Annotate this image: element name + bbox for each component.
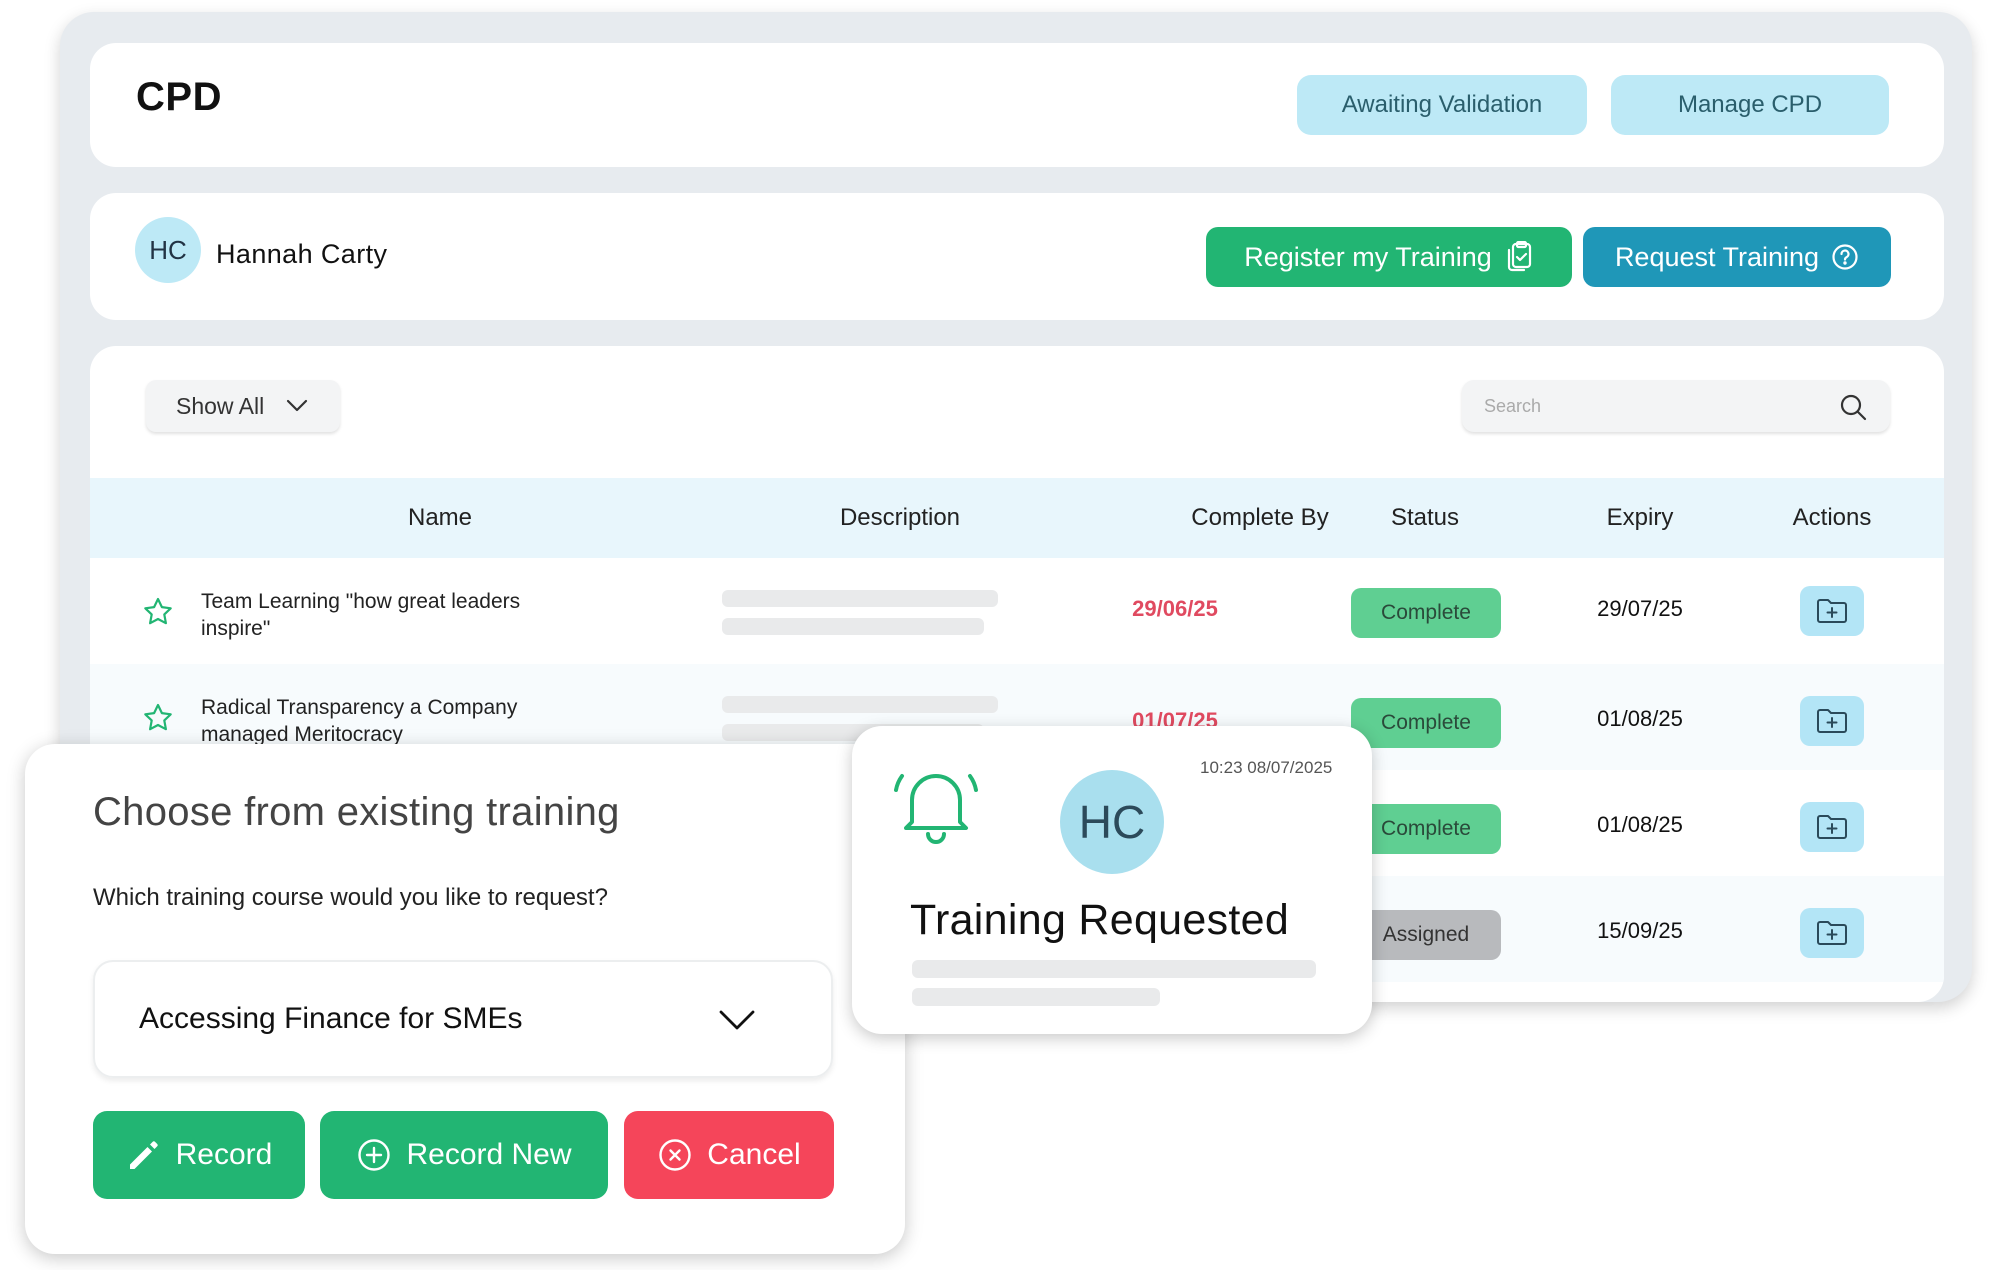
row-expiry: 15/09/25	[1597, 918, 1683, 943]
table-row: Team Learning "how great leaders inspire…	[90, 558, 1944, 664]
chevron-down-icon	[719, 1010, 755, 1030]
bell-icon	[894, 774, 978, 844]
x-circle-icon	[659, 1139, 691, 1171]
manage-cpd-button[interactable]: Manage CPD	[1611, 75, 1889, 135]
modal-question: Which training course would you like to …	[93, 884, 608, 911]
row-expiry: 01/08/25	[1597, 812, 1683, 837]
status-badge: Assigned	[1351, 910, 1501, 960]
row-name: Radical Transparency a Company managed M…	[201, 696, 518, 746]
notification-placeholder	[912, 960, 1316, 978]
column-header-status: Status	[1390, 504, 1460, 531]
avatar: HC	[1060, 770, 1164, 874]
page-title: CPD	[136, 75, 222, 119]
add-to-folder-button[interactable]	[1800, 908, 1864, 958]
search-input[interactable]	[1462, 380, 1832, 432]
row-expiry: 01/08/25	[1597, 706, 1683, 731]
user-card: HC Hannah Carty Register my Training Req…	[90, 193, 1944, 320]
cancel-button[interactable]: Cancel	[624, 1111, 834, 1199]
notification-placeholder	[912, 988, 1160, 1006]
row-complete-by: 29/06/25	[1132, 596, 1218, 621]
header-card: CPD Awaiting Validation Manage CPD	[90, 43, 1944, 167]
record-button[interactable]: Record	[93, 1111, 305, 1199]
column-header-description: Description	[839, 504, 961, 531]
choose-training-modal: Choose from existing training Which trai…	[25, 744, 905, 1254]
chevron-down-icon	[287, 399, 308, 412]
description-placeholder	[722, 696, 998, 713]
search-box	[1462, 380, 1890, 432]
show-filter-dropdown[interactable]: Show All	[146, 380, 340, 432]
record-new-button[interactable]: Record New	[320, 1111, 608, 1199]
training-requested-notification: 10:23 08/07/2025 HC Training Requested	[852, 726, 1372, 1034]
record-label: Record	[175, 1138, 273, 1171]
notification-title: Training Requested	[910, 896, 1290, 944]
show-filter-label: Show All	[176, 392, 265, 419]
selected-course: Accessing Finance for SMEs	[139, 1002, 523, 1035]
star-icon[interactable]	[142, 596, 174, 628]
add-to-folder-button[interactable]	[1800, 696, 1864, 746]
question-circle-icon	[1832, 244, 1858, 270]
request-training-label: Request Training	[1614, 241, 1820, 272]
folder-plus-icon	[1817, 709, 1847, 733]
add-to-folder-button[interactable]	[1800, 802, 1864, 852]
register-training-label: Register my Training	[1244, 241, 1492, 272]
row-expiry: 29/07/25	[1597, 596, 1683, 621]
add-to-folder-button[interactable]	[1800, 586, 1864, 636]
course-select[interactable]: Accessing Finance for SMEs	[93, 960, 833, 1078]
cancel-label: Cancel	[707, 1138, 801, 1171]
folder-plus-icon	[1817, 921, 1847, 945]
clipboard-check-icon	[1507, 241, 1531, 272]
column-header-name: Name	[407, 504, 473, 531]
request-training-button[interactable]: Request Training	[1583, 227, 1891, 287]
awaiting-validation-button[interactable]: Awaiting Validation	[1297, 75, 1587, 135]
column-header-expiry: Expiry	[1606, 504, 1674, 531]
table-header: Name Description Complete By Status Expi…	[90, 478, 1944, 558]
description-placeholder	[722, 590, 998, 607]
avatar: HC	[135, 217, 201, 283]
folder-plus-icon	[1817, 815, 1847, 839]
column-header-actions: Actions	[1792, 504, 1872, 531]
user-name: Hannah Carty	[216, 239, 388, 269]
row-name: Team Learning "how great leaders inspire…	[201, 590, 521, 640]
plus-circle-icon	[358, 1139, 391, 1171]
pencil-icon	[129, 1141, 158, 1169]
star-icon[interactable]	[142, 702, 174, 734]
status-badge: Complete	[1351, 588, 1501, 638]
notification-timestamp: 10:23 08/07/2025	[1200, 758, 1333, 777]
record-new-label: Record New	[406, 1138, 572, 1171]
status-badge: Complete	[1351, 804, 1501, 854]
search-icon[interactable]	[1838, 392, 1868, 422]
status-badge: Complete	[1351, 698, 1501, 748]
register-training-button[interactable]: Register my Training	[1206, 227, 1572, 287]
description-placeholder	[722, 618, 984, 635]
folder-plus-icon	[1817, 599, 1847, 623]
modal-title: Choose from existing training	[93, 790, 620, 834]
